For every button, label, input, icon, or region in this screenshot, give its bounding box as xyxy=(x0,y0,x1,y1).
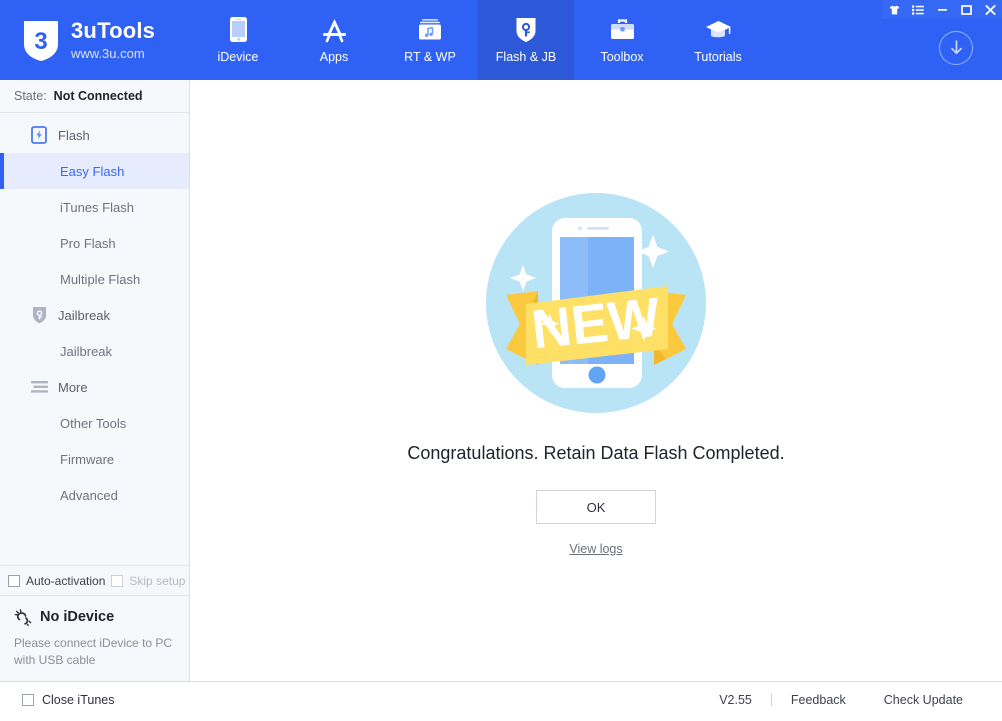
sidebar-item-jailbreak[interactable]: Jailbreak xyxy=(0,333,189,369)
sidebar-item-label: Jailbreak xyxy=(58,308,110,323)
brand-title: 3uTools xyxy=(71,20,155,42)
phone-icon xyxy=(229,16,248,43)
sidebar-item-advanced[interactable]: Advanced xyxy=(0,477,189,513)
check-update-button[interactable]: Check Update xyxy=(865,693,982,707)
toolbox-icon xyxy=(609,16,636,43)
no-device-description: Please connect iDevice to PC with USB ca… xyxy=(14,635,175,670)
skin-icon[interactable] xyxy=(882,0,906,19)
menu-list-icon[interactable] xyxy=(906,0,930,19)
sidebar-item-itunes-flash[interactable]: iTunes Flash xyxy=(0,189,189,225)
tab-toolbox[interactable]: Toolbox xyxy=(574,0,670,80)
sidebar-item-label: Multiple Flash xyxy=(60,272,140,287)
sidebar-item-label: Firmware xyxy=(60,452,114,467)
main-content: NEW Congratulations. Retain Data Flash C… xyxy=(190,80,1002,681)
close-itunes-label: Close iTunes xyxy=(42,693,115,707)
tab-idevice[interactable]: iDevice xyxy=(190,0,286,80)
sidebar-item-more-group[interactable]: More xyxy=(0,369,189,405)
sidebar-item-other-tools[interactable]: Other Tools xyxy=(0,405,189,441)
sidebar-item-jailbreak-group[interactable]: Jailbreak xyxy=(0,297,189,333)
tab-tutorials[interactable]: Tutorials xyxy=(670,0,766,80)
state-label: State: xyxy=(14,89,47,103)
sidebar-item-easy-flash[interactable]: Easy Flash xyxy=(0,153,189,189)
main-tabs: iDevice Apps xyxy=(190,0,766,80)
sidebar-item-label: Pro Flash xyxy=(60,236,116,251)
svg-text:3: 3 xyxy=(34,28,47,55)
brand-logo-area: 3 3uTools www.3u.com xyxy=(0,0,190,80)
more-lines-icon xyxy=(30,378,48,396)
disconnected-cable-icon xyxy=(14,608,32,626)
shield-3-logo-icon: 3 xyxy=(22,18,60,62)
no-device-panel: No iDevice Please connect iDevice to PC … xyxy=(0,595,189,681)
top-navigation-bar: 3 3uTools www.3u.com iDevice xyxy=(0,0,1002,80)
graduation-cap-icon xyxy=(705,16,732,43)
tab-label: Flash & JB xyxy=(496,50,556,64)
footer-actions: V2.55 Feedback Check Update xyxy=(700,693,982,707)
download-arrow-circle-icon[interactable] xyxy=(939,31,973,65)
sidebar-item-label: Jailbreak xyxy=(60,344,112,359)
connection-state-row: State: Not Connected xyxy=(0,80,189,113)
close-itunes-group: Close iTunes xyxy=(22,693,115,707)
shield-key-icon xyxy=(30,306,48,324)
no-device-title: No iDevice xyxy=(40,609,114,625)
sidebar-nav-list: Flash Easy Flash iTunes Flash Pro Flash … xyxy=(0,113,189,565)
auto-activation-label: Auto-activation xyxy=(26,574,105,588)
new-phone-ribbon-illustration: NEW xyxy=(476,183,716,423)
tab-apps[interactable]: Apps xyxy=(286,0,382,80)
close-itunes-checkbox[interactable] xyxy=(22,694,34,706)
close-icon[interactable] xyxy=(978,0,1002,19)
skip-setup-checkbox[interactable] xyxy=(111,575,123,587)
body-region: State: Not Connected Flash Easy Flash xyxy=(0,80,1002,681)
tab-label: RT & WP xyxy=(404,50,456,64)
sidebar-item-label: Advanced xyxy=(60,488,118,503)
sidebar-item-pro-flash[interactable]: Pro Flash xyxy=(0,225,189,261)
sidebar: State: Not Connected Flash Easy Flash xyxy=(0,80,190,681)
feedback-button[interactable]: Feedback xyxy=(772,693,865,707)
view-logs-link[interactable]: View logs xyxy=(569,542,622,556)
auto-activation-row: Auto-activation Skip setup xyxy=(0,565,189,595)
auto-activation-checkbox[interactable] xyxy=(8,575,20,587)
app-window: 3 3uTools www.3u.com iDevice xyxy=(0,0,1002,721)
status-bar: Close iTunes V2.55 Feedback Check Update xyxy=(0,681,1002,717)
skip-setup-label: Skip setup xyxy=(129,574,185,588)
state-value: Not Connected xyxy=(54,89,143,103)
sidebar-item-multiple-flash[interactable]: Multiple Flash xyxy=(0,261,189,297)
tab-label: Toolbox xyxy=(600,50,643,64)
sidebar-item-label: More xyxy=(58,380,88,395)
sidebar-item-firmware[interactable]: Firmware xyxy=(0,441,189,477)
maximize-icon[interactable] xyxy=(954,0,978,19)
window-controls xyxy=(882,0,1002,19)
tab-label: iDevice xyxy=(218,50,259,64)
bottom-edge xyxy=(0,717,1002,721)
tab-label: Tutorials xyxy=(694,50,741,64)
music-box-icon xyxy=(417,16,443,43)
completion-message: Congratulations. Retain Data Flash Compl… xyxy=(407,443,784,464)
brand-subtitle: www.3u.com xyxy=(71,47,155,60)
ok-button[interactable]: OK xyxy=(536,490,656,524)
shield-key-icon xyxy=(515,16,537,43)
sidebar-item-label: Other Tools xyxy=(60,416,126,431)
appstore-icon xyxy=(321,16,348,43)
tab-rt-wp[interactable]: RT & WP xyxy=(382,0,478,80)
flash-phone-icon xyxy=(30,126,48,144)
version-label: V2.55 xyxy=(700,693,771,707)
tab-label: Apps xyxy=(320,50,349,64)
sidebar-item-label: Flash xyxy=(58,128,90,143)
minimize-icon[interactable] xyxy=(930,0,954,19)
sidebar-item-label: Easy Flash xyxy=(60,164,124,179)
sidebar-item-flash[interactable]: Flash xyxy=(0,117,189,153)
tab-flash-jb[interactable]: Flash & JB xyxy=(478,0,574,80)
sidebar-item-label: iTunes Flash xyxy=(60,200,134,215)
